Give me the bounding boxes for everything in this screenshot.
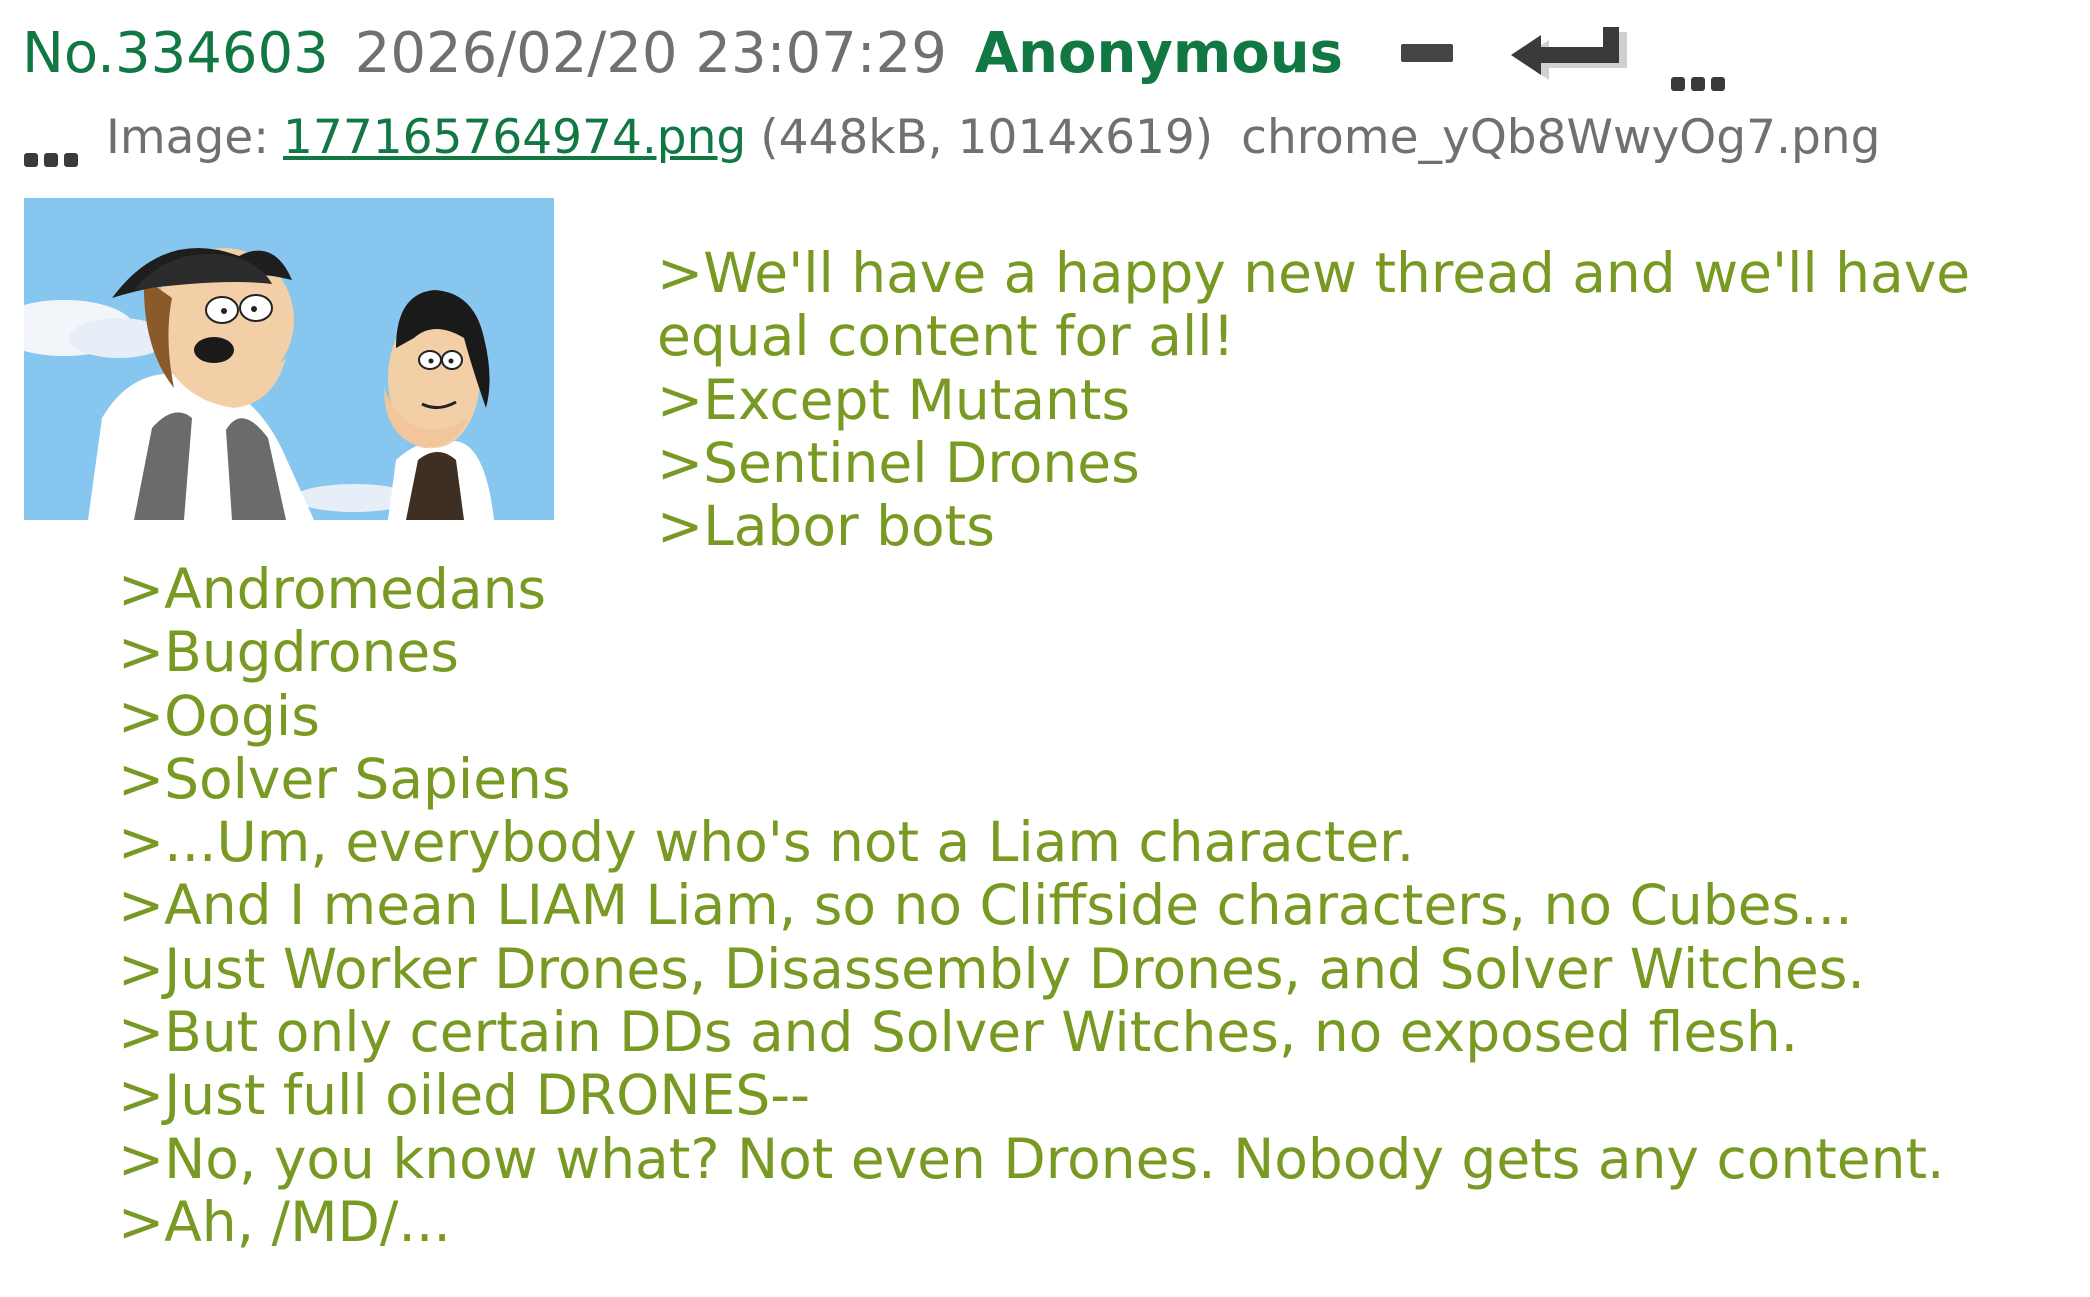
greentext-line: >Except Mutants <box>657 367 1131 432</box>
file-meta: (448kB, 1014x619) <box>760 109 1214 165</box>
file-original-name: chrome_yQb8WwyOg7.png <box>1241 109 1881 165</box>
ellipsis-menu-icon-graphic <box>1670 77 1725 91</box>
greentext-line: >Just full oiled DRONES-- <box>118 1063 810 1128</box>
post-container: No.334603 2026/02/20 23:07:29 Anonymous <box>0 0 2090 1297</box>
file-ellipsis-menu-icon-graphic <box>24 153 78 167</box>
file-label: Image: <box>106 109 270 165</box>
greentext-line: >Sentinel Drones <box>657 430 1140 495</box>
post-datetime: 2026/02/20 23:07:29 <box>354 20 947 86</box>
greentext-line: >Oogis <box>118 683 320 748</box>
cartoon-thumbnail-image <box>24 198 554 520</box>
greentext-line: >We'll have a happy new thread and we'll… <box>657 241 1971 369</box>
post-message-bottom: >Andromedans >Bugdrones >Oogis >Solver S… <box>118 557 2068 1254</box>
reply-arrow-icon[interactable] <box>1507 25 1629 81</box>
greentext-line: >But only certain DDs and Solver Witches… <box>118 1000 1799 1065</box>
file-info: Image: 177165764974.png (448kB, 1014x619… <box>22 104 1880 170</box>
greentext-line: >And I mean LIAM Liam, so no Cliffside c… <box>118 873 1853 938</box>
greentext-line: >Just Worker Drones, Disassembly Drones,… <box>118 936 1865 1001</box>
post-number-link[interactable]: No.334603 <box>22 21 329 86</box>
file-link[interactable]: 177165764974.png <box>283 110 746 165</box>
greentext-line: >Ah, /MD/... <box>118 1189 451 1254</box>
ellipsis-menu-icon[interactable] <box>1669 43 1727 91</box>
file-ellipsis-menu-icon[interactable] <box>22 127 80 167</box>
reply-arrow-icon-graphic <box>1510 27 1627 80</box>
greentext-line: >Solver Sapiens <box>118 746 571 811</box>
greentext-line: >Andromedans <box>118 557 547 621</box>
greentext-line: >...Um, everybody who's not a Liam chara… <box>118 810 1415 875</box>
minus-icon[interactable] <box>1400 44 1453 62</box>
post-thumbnail[interactable] <box>24 198 554 520</box>
poster-name: Anonymous <box>974 20 1343 86</box>
post-message-top: >We'll have a happy new thread and we'll… <box>657 241 2067 559</box>
greentext-line: >No, you know what? Not even Drones. Nob… <box>118 1126 1945 1191</box>
post-header: No.334603 2026/02/20 23:07:29 Anonymous <box>22 10 1727 96</box>
greentext-line: >Labor bots <box>657 494 995 559</box>
greentext-line: >Bugdrones <box>118 620 459 685</box>
